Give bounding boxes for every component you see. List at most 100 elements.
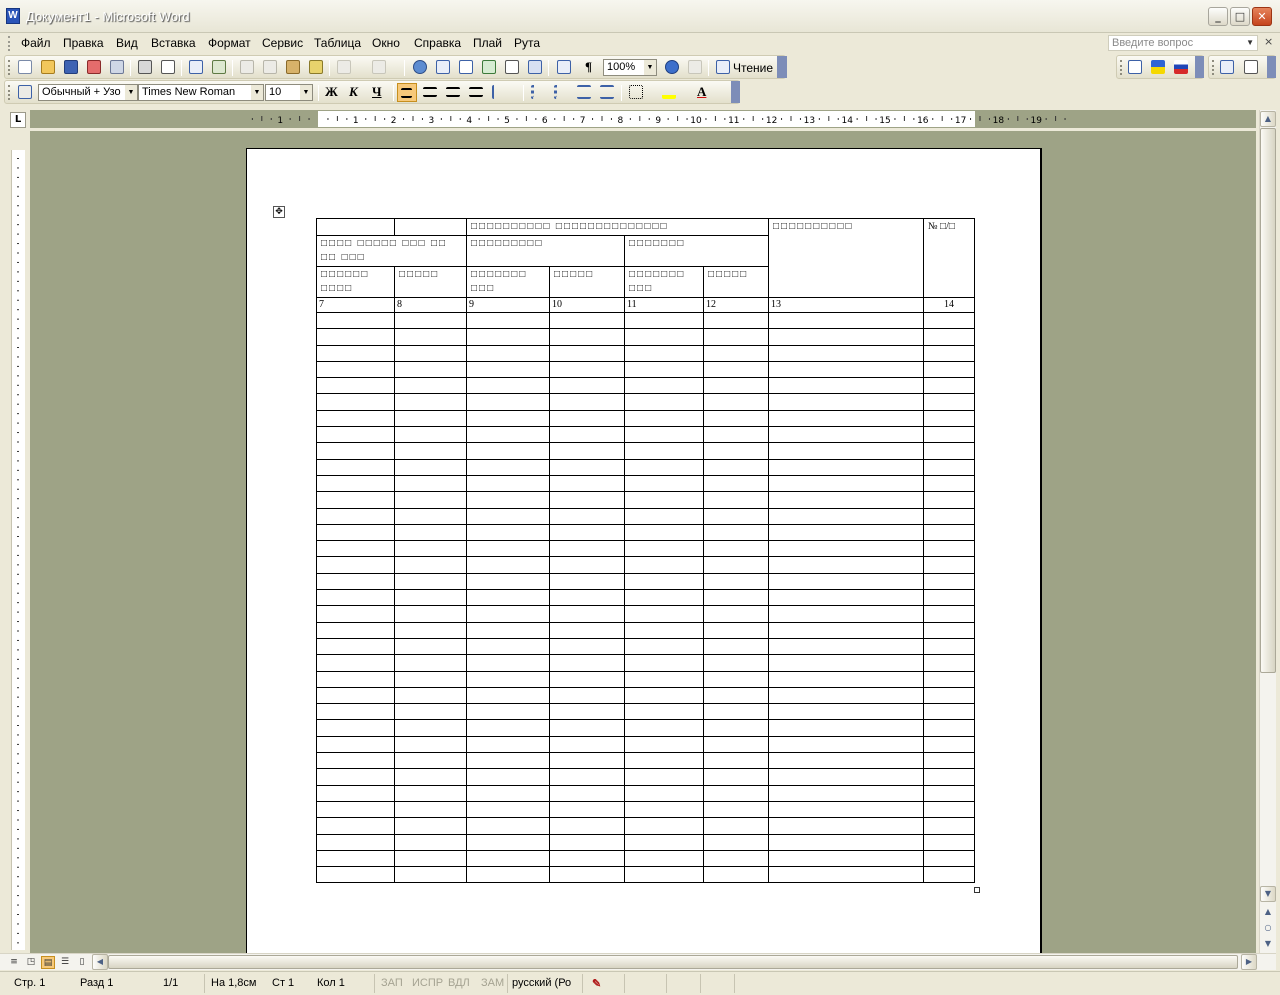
document-map-button[interactable] xyxy=(554,58,574,77)
table-cell[interactable] xyxy=(768,817,924,835)
table-cell[interactable] xyxy=(466,703,550,721)
table-cell[interactable] xyxy=(703,393,769,411)
table-cell[interactable] xyxy=(703,817,769,835)
new-document-button[interactable] xyxy=(15,58,35,77)
vertical-scroll-thumb[interactable] xyxy=(1260,128,1276,673)
table-cell[interactable] xyxy=(624,752,704,770)
tables-borders-button[interactable] xyxy=(433,58,453,77)
table-cell[interactable] xyxy=(624,589,704,607)
table-cell[interactable] xyxy=(466,491,550,509)
justify-button[interactable] xyxy=(466,83,486,102)
document-page[interactable]: □□□□□□□□□□ □□□□□□□□□□□□□□ □□□□□□□□□□ № □… xyxy=(246,148,1042,953)
table-cell[interactable] xyxy=(768,621,924,639)
table-cell[interactable] xyxy=(768,556,924,574)
table-row[interactable] xyxy=(316,458,975,476)
table-cell[interactable] xyxy=(394,474,467,493)
toolbar-options-icon[interactable] xyxy=(731,81,740,103)
table-cell[interactable] xyxy=(923,572,975,591)
table-cell[interactable] xyxy=(703,589,769,607)
table-cell[interactable] xyxy=(316,572,395,591)
table-cell[interactable] xyxy=(923,393,975,411)
table-cell[interactable] xyxy=(923,637,975,656)
table-cell[interactable] xyxy=(466,540,550,558)
table-cell[interactable] xyxy=(549,784,625,802)
status-record[interactable]: ЗАП xyxy=(381,977,403,989)
gripper-button[interactable] xyxy=(685,58,705,77)
table-row[interactable] xyxy=(316,784,975,802)
document-close-button[interactable]: × xyxy=(1264,35,1273,48)
table-cell[interactable] xyxy=(549,719,625,737)
table-cell[interactable] xyxy=(316,377,395,395)
italic-button[interactable]: К xyxy=(349,84,358,100)
table-cell[interactable] xyxy=(394,686,467,705)
table-cell[interactable] xyxy=(549,344,625,362)
help-button[interactable] xyxy=(662,58,682,77)
vertical-ruler[interactable] xyxy=(11,150,25,950)
table-cell[interactable] xyxy=(549,605,625,623)
table-cell[interactable] xyxy=(466,523,550,542)
reading-layout-view-icon[interactable]: ▯ xyxy=(75,956,89,969)
table-cell[interactable] xyxy=(768,800,924,819)
table-cell[interactable] xyxy=(316,817,395,835)
table-row[interactable] xyxy=(316,442,975,460)
table-cell[interactable] xyxy=(466,849,550,868)
table-cell[interactable] xyxy=(923,442,975,460)
table-cell[interactable] xyxy=(923,589,975,607)
table-cell[interactable] xyxy=(549,768,625,786)
table-cell[interactable] xyxy=(768,768,924,786)
table-row[interactable] xyxy=(316,360,975,379)
table-cell[interactable] xyxy=(624,311,704,330)
table-cell[interactable] xyxy=(703,311,769,330)
table-cell[interactable] xyxy=(549,654,625,672)
status-language[interactable]: русский (Ро xyxy=(512,977,571,989)
table-cell[interactable] xyxy=(768,523,924,542)
table-cell[interactable] xyxy=(703,719,769,737)
table-cell[interactable] xyxy=(703,833,769,851)
table-cell[interactable] xyxy=(316,849,395,868)
bullets-button[interactable] xyxy=(551,83,571,102)
menu-grip[interactable] xyxy=(8,36,11,51)
toolbar-options-icon[interactable] xyxy=(1195,56,1204,78)
table-cell[interactable] xyxy=(316,784,395,802)
table-cell[interactable] xyxy=(703,540,769,558)
table-cell[interactable] xyxy=(624,637,704,656)
table-row[interactable] xyxy=(316,686,975,705)
table-cell[interactable] xyxy=(703,409,769,428)
table-subheader[interactable]: □□□□□□ □□□□ xyxy=(316,266,395,298)
table-cell[interactable] xyxy=(703,849,769,868)
table-cell[interactable] xyxy=(923,849,975,868)
drawing-button[interactable] xyxy=(525,58,545,77)
table-cell[interactable] xyxy=(703,442,769,460)
table-cell[interactable] xyxy=(624,605,704,623)
table-cell[interactable] xyxy=(549,377,625,395)
table-cell[interactable] xyxy=(923,507,975,525)
table-cell[interactable] xyxy=(703,605,769,623)
table-cell[interactable] xyxy=(466,360,550,379)
email-button[interactable] xyxy=(107,58,127,77)
table-cell[interactable] xyxy=(923,735,975,754)
table-move-handle[interactable]: ✥ xyxy=(273,206,285,218)
table-cell[interactable] xyxy=(549,311,625,330)
table-subheader[interactable]: □□□□□ xyxy=(703,266,769,298)
table-row[interactable] xyxy=(316,491,975,509)
table-cell[interactable] xyxy=(624,474,704,493)
table-cell[interactable] xyxy=(624,719,704,737)
table-cell[interactable] xyxy=(768,589,924,607)
table-cell[interactable] xyxy=(466,768,550,786)
table-cell[interactable] xyxy=(549,491,625,509)
table-cell[interactable] xyxy=(549,686,625,705)
table-cell[interactable] xyxy=(549,458,625,476)
table-cell[interactable] xyxy=(768,849,924,868)
table-cell[interactable] xyxy=(768,735,924,754)
table-cell[interactable] xyxy=(923,784,975,802)
table-cell[interactable] xyxy=(703,523,769,542)
table-cell[interactable] xyxy=(316,311,395,330)
table-number-cell[interactable]: 8 xyxy=(394,297,467,313)
table-cell[interactable] xyxy=(466,621,550,639)
table-cell[interactable] xyxy=(394,311,467,330)
tab-selector[interactable]: L xyxy=(10,112,26,128)
table-row[interactable] xyxy=(316,833,975,851)
table-cell[interactable] xyxy=(316,654,395,672)
font-dropdown-icon[interactable]: ▼ xyxy=(251,85,263,100)
table-cell[interactable] xyxy=(466,719,550,737)
